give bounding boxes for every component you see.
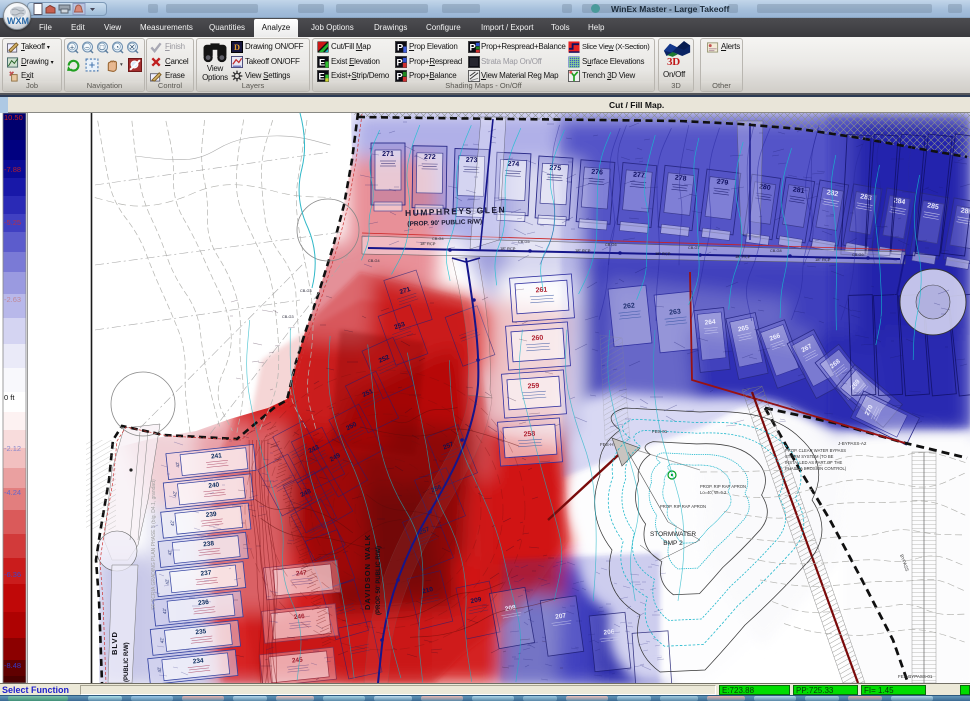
svg-text:260: 260 xyxy=(531,335,543,343)
svg-text:245: 245 xyxy=(292,656,304,664)
svg-text:BLVD: BLVD xyxy=(110,631,119,655)
svg-text:235: 235 xyxy=(195,628,207,636)
svg-text:42': 42' xyxy=(157,666,163,672)
svg-text:18" RCP: 18" RCP xyxy=(655,251,671,256)
svg-text:FES-H: FES-H xyxy=(600,442,614,447)
svg-text:PROP. RIP RAP APRON: PROP. RIP RAP APRON xyxy=(700,484,746,489)
svg-text:-7.88: -7.88 xyxy=(4,165,21,174)
svg-text:Lo=40; W=6.2: Lo=40; W=6.2 xyxy=(700,490,727,495)
svg-text:PHASE A EROSION CONTROL): PHASE A EROSION CONTROL) xyxy=(785,466,847,471)
svg-text:-2.63: -2.63 xyxy=(4,295,21,304)
svg-text:BMP 2: BMP 2 xyxy=(663,540,683,547)
svg-text:P: P xyxy=(470,43,476,53)
svg-text:271: 271 xyxy=(382,151,394,158)
svg-text:18" RCP: 18" RCP xyxy=(735,254,751,259)
svg-text:42': 42' xyxy=(164,578,170,584)
svg-text:42': 42' xyxy=(159,637,165,643)
svg-text:237: 237 xyxy=(200,570,212,578)
svg-text:D: D xyxy=(234,43,240,52)
svg-text:247: 247 xyxy=(296,569,308,577)
svg-text:CB-G4: CB-G4 xyxy=(368,259,380,263)
svg-text:246: 246 xyxy=(294,613,306,621)
svg-text:18" RCP: 18" RCP xyxy=(575,248,591,253)
svg-text:262: 262 xyxy=(623,302,635,310)
svg-text:18" RCP: 18" RCP xyxy=(500,246,516,251)
svg-text:J-BYPASS-A2: J-BYPASS-A2 xyxy=(838,441,867,446)
svg-text:-6.36: -6.36 xyxy=(4,570,21,579)
svg-text:42': 42' xyxy=(172,491,178,497)
svg-text:✕: ✕ xyxy=(129,45,135,52)
svg-text:INSTALLED AS PART OF THE: INSTALLED AS PART OF THE xyxy=(785,460,843,465)
svg-text:SE SCRIA GRADING PLAN PHASE 3: SE SCRIA GRADING PLAN PHASE 3 (big. D4.1… xyxy=(151,479,157,610)
svg-text:STORMWATER: STORMWATER xyxy=(650,531,696,538)
svg-text:276: 276 xyxy=(591,169,603,177)
svg-text:239: 239 xyxy=(205,511,217,519)
svg-text:E: E xyxy=(319,72,325,82)
svg-text:CB-G4: CB-G4 xyxy=(432,237,444,241)
svg-text:42': 42' xyxy=(175,461,181,467)
svg-text:STORM SYSTEM (TO BE: STORM SYSTEM (TO BE xyxy=(785,454,834,459)
svg-text:P: P xyxy=(397,57,403,67)
svg-text:240: 240 xyxy=(208,482,220,490)
svg-text:CB-G8: CB-G8 xyxy=(770,249,782,253)
svg-text:FES-01: FES-01 xyxy=(652,429,668,434)
svg-text:274: 274 xyxy=(507,161,519,169)
svg-text:CB-G5: CB-G5 xyxy=(518,240,530,244)
svg-text:P: P xyxy=(397,72,403,82)
svg-text:18" RCP: 18" RCP xyxy=(420,241,436,246)
svg-text:259: 259 xyxy=(527,383,539,391)
svg-text:PROP. CLEAR WATER BYPASS: PROP. CLEAR WATER BYPASS xyxy=(785,448,846,453)
svg-text:-8.48: -8.48 xyxy=(4,661,21,670)
svg-text:CB-G6: CB-G6 xyxy=(605,243,617,247)
svg-text:279: 279 xyxy=(716,178,729,186)
svg-text:(PROP. 50' PUBLIC R/W): (PROP. 50' PUBLIC R/W) xyxy=(376,546,382,615)
svg-text:−: − xyxy=(85,45,89,52)
svg-text:FES-BYPASS-01: FES-BYPASS-01 xyxy=(898,674,933,679)
svg-text:18" RCP: 18" RCP xyxy=(815,257,831,262)
svg-text:CB-G3: CB-G3 xyxy=(300,289,312,293)
svg-text:PROP. RIP RAP APRON: PROP. RIP RAP APRON xyxy=(660,504,706,509)
svg-text:264: 264 xyxy=(704,319,716,327)
svg-text:0 ft: 0 ft xyxy=(4,393,15,402)
svg-text:238: 238 xyxy=(203,540,215,548)
svg-text:◔: ◔ xyxy=(115,45,119,52)
svg-text:+: + xyxy=(70,45,74,52)
svg-text:-4.24: -4.24 xyxy=(4,488,21,497)
svg-text:278: 278 xyxy=(674,174,686,182)
svg-text:234: 234 xyxy=(192,657,204,665)
svg-text:258: 258 xyxy=(523,431,535,439)
svg-text:E: E xyxy=(319,57,325,67)
svg-text:(PUBLIC R/W): (PUBLIC R/W) xyxy=(124,642,130,682)
svg-text:10.50: 10.50 xyxy=(4,113,23,122)
svg-text:DAVIDSON WALK: DAVIDSON WALK xyxy=(363,534,372,610)
svg-text:42': 42' xyxy=(162,608,168,614)
svg-text:261: 261 xyxy=(535,287,547,295)
svg-text:CB-G3: CB-G3 xyxy=(282,315,294,319)
svg-text:CB-G7: CB-G7 xyxy=(688,246,700,250)
svg-text:P: P xyxy=(397,43,403,53)
svg-text:263: 263 xyxy=(669,308,681,316)
svg-text:-2.12: -2.12 xyxy=(4,444,21,453)
svg-text:CB-G9: CB-G9 xyxy=(852,253,864,257)
svg-text:42': 42' xyxy=(170,520,176,526)
svg-text:273: 273 xyxy=(466,157,478,164)
svg-text:-5.25: -5.25 xyxy=(4,218,21,227)
svg-text:241: 241 xyxy=(211,452,223,460)
